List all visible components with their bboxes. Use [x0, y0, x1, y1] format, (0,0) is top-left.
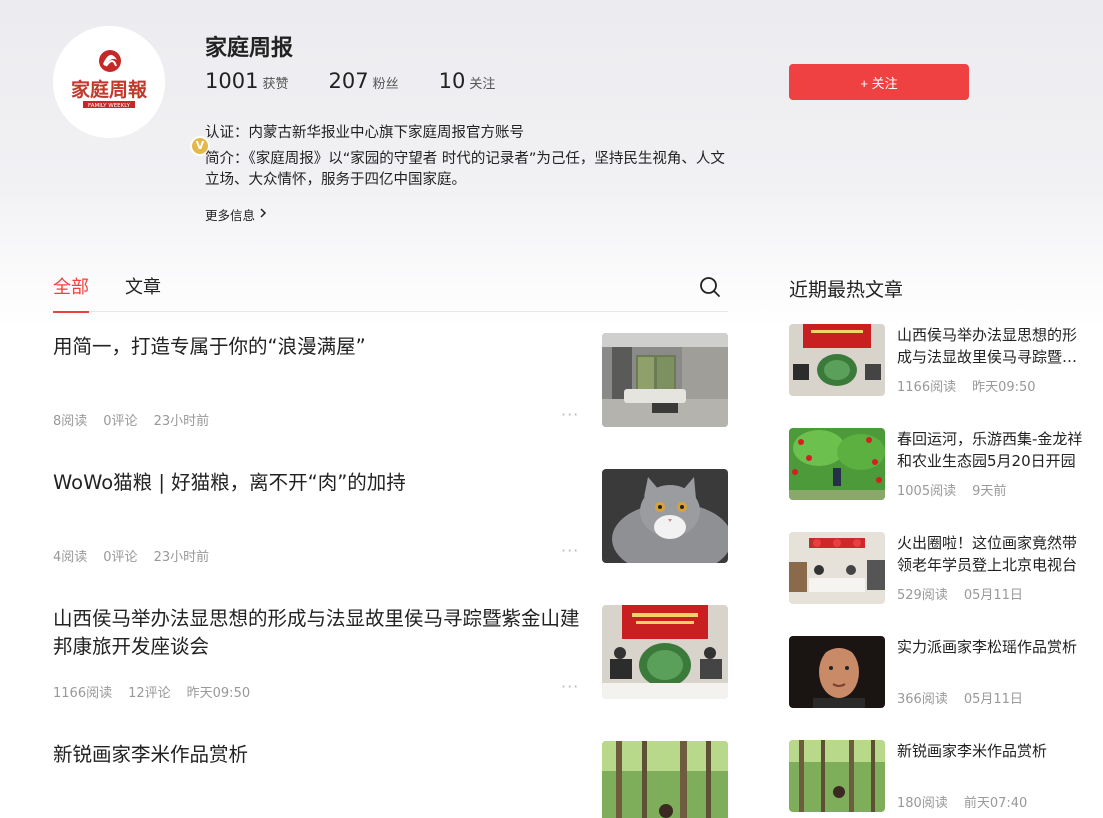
- feed-title[interactable]: 山西侯马举办法显思想的形成与法显故里侯马寻踪暨紫金山建邦康旅开发座谈会: [53, 605, 583, 661]
- profile-page: 家庭周報 FAMILY WEEKLY V 家庭周报 1001 获赞 207 粉丝…: [0, 0, 1103, 818]
- hot-article-meta: 180阅读 前天07:40: [897, 792, 1043, 811]
- hot-article-meta: 366阅读 05月11日: [897, 688, 1039, 707]
- tab-all[interactable]: 全部: [53, 273, 89, 313]
- feed-meta: 1166阅读 12评论 昨天09:50: [53, 682, 266, 701]
- hot-article-item[interactable]: 春回运河，乐游西集-金龙祥和农业生态园5月20日开园 1005阅读 9天前: [789, 428, 1089, 500]
- stat-value: 207: [328, 69, 369, 93]
- more-info-link[interactable]: 更多信息: [205, 205, 267, 224]
- logo-text: 家庭周報: [71, 78, 148, 101]
- publish-time: 05月11日: [963, 588, 1023, 603]
- read-count: 1166阅读: [897, 380, 957, 395]
- publish-time: 昨天09:50: [186, 686, 251, 701]
- comment-count: 0评论: [103, 550, 138, 565]
- hot-article-item[interactable]: 实力派画家李松瑶作品赏析 366阅读 05月11日: [789, 636, 1089, 708]
- more-info-label: 更多信息: [205, 208, 256, 223]
- read-count: 1166阅读: [53, 686, 113, 701]
- hot-article-title[interactable]: 春回运河，乐游西集-金龙祥和农业生态园5月20日开园: [897, 428, 1089, 472]
- follow-button[interactable]: + 关注: [789, 64, 969, 100]
- stat-label: 粉丝: [372, 77, 399, 92]
- hot-article-item[interactable]: 山西侯马举办法显思想的形成与法显故里侯马寻踪暨紫金山建邦康旅开发座谈会 1166…: [789, 324, 1089, 396]
- feed-item[interactable]: 用简一，打造专属于你的“浪漫满屋” 8阅读 0评论 23小时前 ···: [53, 333, 728, 433]
- stat-label: 获赞: [262, 77, 289, 92]
- content-tabs: 全部 文章: [53, 273, 728, 313]
- more-options-icon[interactable]: ···: [561, 677, 579, 696]
- read-count: 4阅读: [53, 550, 88, 565]
- feed-item[interactable]: WoWo猫粮 | 好猫粮，离不开“肉”的加持 4阅读 0评论 23小时前 ···: [53, 469, 728, 569]
- stat-fans[interactable]: 207 粉丝: [328, 69, 398, 93]
- hot-article-meta: 1005阅读 9天前: [897, 480, 1022, 499]
- hot-articles-title: 近期最热文章: [789, 279, 904, 301]
- forest-image[interactable]: [602, 741, 728, 818]
- forest-image[interactable]: [789, 740, 885, 812]
- profile-name: 家庭周报: [205, 36, 294, 61]
- read-count: 529阅读: [897, 588, 948, 603]
- read-count: 180阅读: [897, 796, 948, 811]
- hot-article-title[interactable]: 火出圈啦！这位画家竟然带领老年学员登上北京电视台: [897, 532, 1089, 576]
- publish-time: 前天07:40: [963, 796, 1028, 811]
- hot-article-title[interactable]: 新锐画家李米作品赏析: [897, 740, 1089, 762]
- stat-likes: 1001 获赞: [205, 69, 288, 93]
- living-room-image[interactable]: [602, 333, 728, 427]
- stat-following[interactable]: 10 关注: [439, 69, 496, 93]
- hot-article-title[interactable]: 山西侯马举办法显思想的形成与法显故里侯马寻踪暨紫金山建邦康旅开发座谈会: [897, 324, 1089, 368]
- certification-text: 认证：内蒙古新华报业中心旗下家庭周报官方账号: [205, 125, 524, 141]
- publish-time: 9天前: [972, 484, 1007, 499]
- publish-time: 23小时前: [153, 550, 210, 565]
- search-icon[interactable]: [698, 275, 722, 299]
- feed-title[interactable]: 用简一，打造专属于你的“浪漫满屋”: [53, 333, 583, 361]
- meeting-image[interactable]: [602, 605, 728, 699]
- hot-article-item[interactable]: 新锐画家李米作品赏析 180阅读 前天07:40: [789, 740, 1089, 812]
- feed-title[interactable]: 新锐画家李米作品赏析: [53, 741, 583, 769]
- publish-time: 昨天09:50: [972, 380, 1036, 395]
- portrait-image[interactable]: [789, 636, 885, 708]
- comment-count: 0评论: [103, 414, 138, 429]
- painting-class-image[interactable]: [789, 532, 885, 604]
- avatar[interactable]: 家庭周報 FAMILY WEEKLY V: [53, 26, 210, 156]
- publish-time: 23小时前: [153, 414, 210, 429]
- tab-articles[interactable]: 文章: [125, 273, 161, 312]
- intro-text: 简介：《家庭周报》以“家园的守望者 时代的记录者”为己任，坚持民生视角、人文立场…: [205, 151, 725, 188]
- feed-meta: 8阅读 0评论 23小时前: [53, 410, 225, 429]
- publish-time: 05月11日: [963, 692, 1023, 707]
- meeting-image[interactable]: [789, 324, 885, 396]
- read-count: 1005阅读: [897, 484, 957, 499]
- hot-article-meta: 1166阅读 昨天09:50: [897, 376, 1052, 395]
- hot-article-meta: 529阅读 05月11日: [897, 584, 1039, 603]
- feed-item[interactable]: 新锐画家李米作品赏析: [53, 741, 728, 818]
- feed-title[interactable]: WoWo猫粮 | 好猫粮，离不开“肉”的加持: [53, 469, 583, 497]
- profile-stats: 1001 获赞 207 粉丝 10 关注: [205, 69, 535, 93]
- more-options-icon[interactable]: ···: [561, 405, 579, 424]
- stat-value: 10: [438, 69, 466, 93]
- comment-count: 12评论: [128, 686, 171, 701]
- hot-article-item[interactable]: 火出圈啦！这位画家竟然带领老年学员登上北京电视台 529阅读 05月11日: [789, 532, 1089, 604]
- cat-image[interactable]: [602, 469, 728, 563]
- feed-item[interactable]: 山西侯马举办法显思想的形成与法显故里侯马寻踪暨紫金山建邦康旅开发座谈会 1166…: [53, 605, 728, 705]
- logo-subtext: FAMILY WEEKLY: [88, 103, 131, 109]
- feed-meta: 4阅读 0评论 23小时前: [53, 546, 225, 565]
- chevron-right-icon: [260, 208, 267, 221]
- read-count: 366阅读: [897, 692, 948, 707]
- read-count: 8阅读: [53, 414, 88, 429]
- cherry-image[interactable]: [789, 428, 885, 500]
- hot-article-title[interactable]: 实力派画家李松瑶作品赏析: [897, 636, 1089, 658]
- more-options-icon[interactable]: ···: [561, 541, 579, 560]
- stat-value: 1001: [205, 69, 259, 93]
- logo-image: 家庭周報 FAMILY WEEKLY: [53, 26, 165, 138]
- stat-label: 关注: [469, 77, 496, 92]
